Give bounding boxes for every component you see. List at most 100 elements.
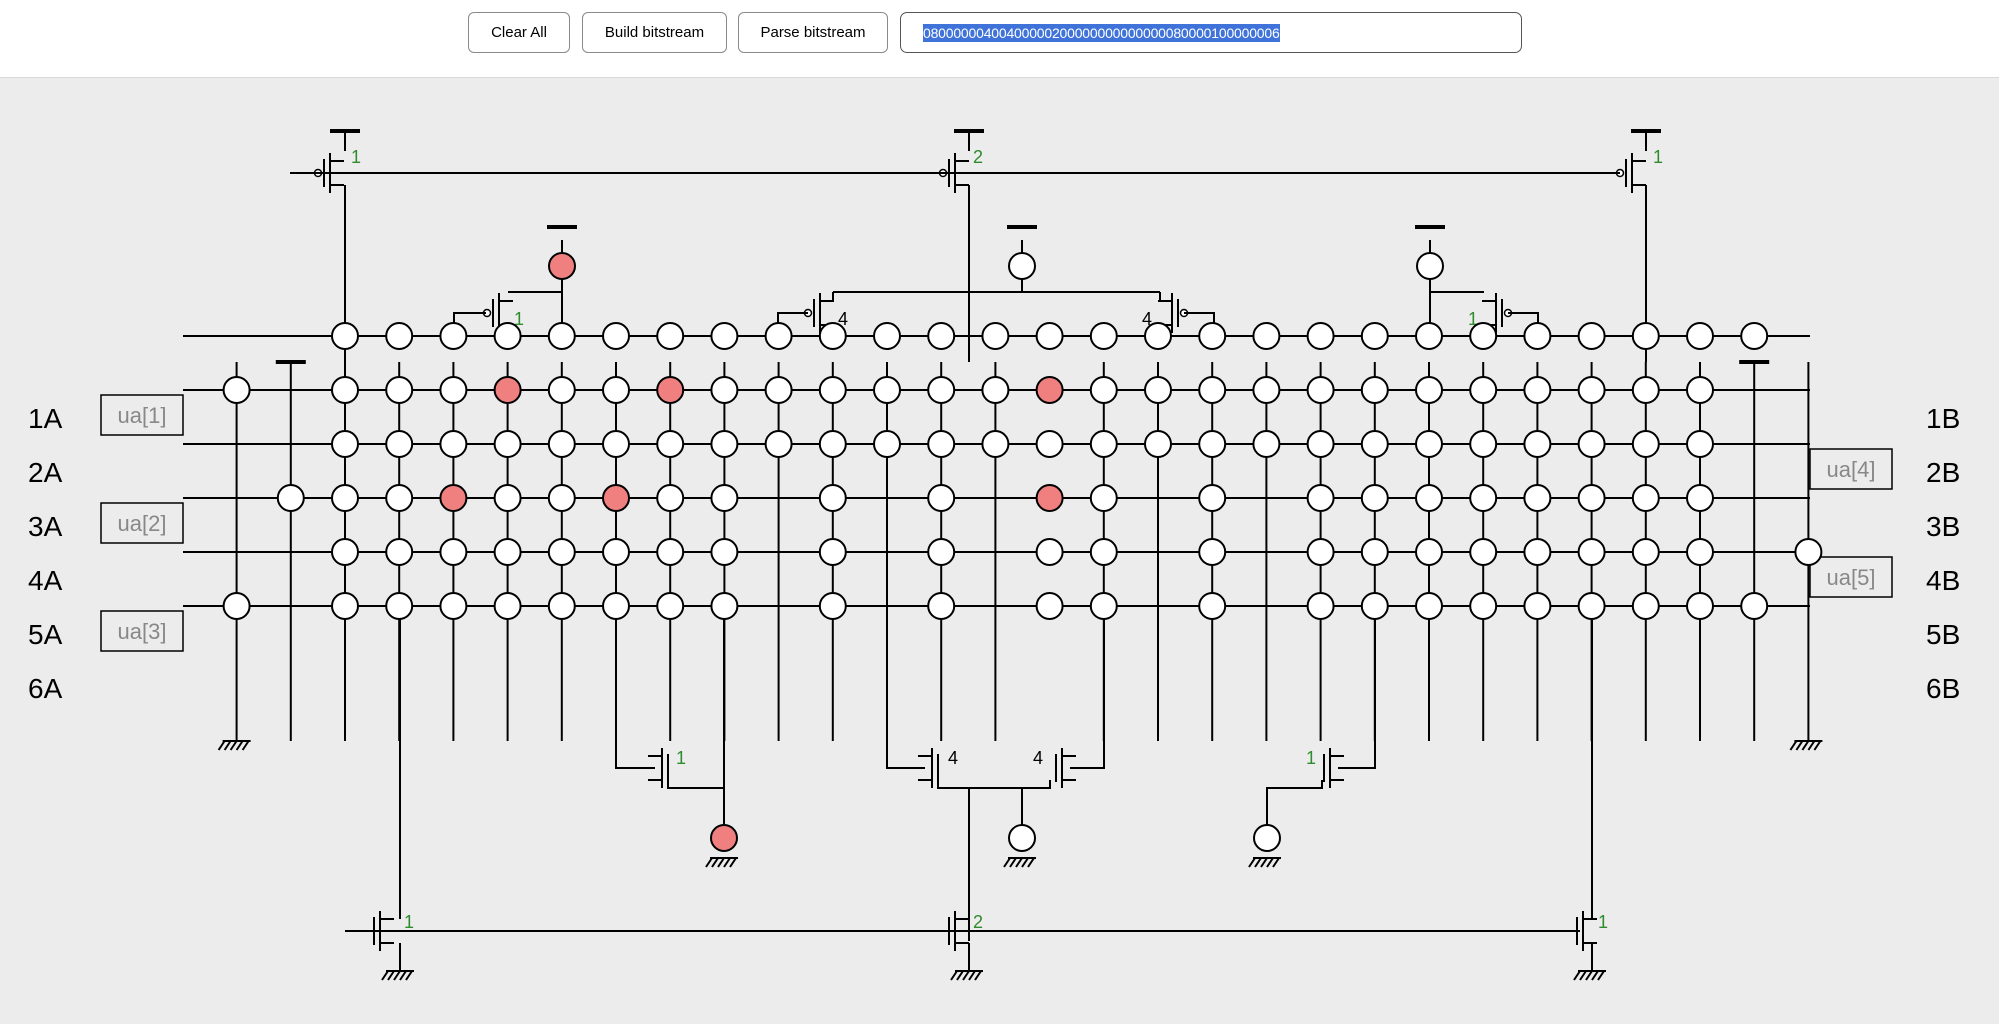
crossbar-switch[interactable]: [1252, 322, 1281, 350]
crossbar-switch[interactable]: [656, 376, 685, 404]
crossbar-switch[interactable]: [1089, 430, 1118, 458]
crossbar-switch[interactable]: [1360, 430, 1389, 458]
crossbar-switch[interactable]: [439, 376, 468, 404]
crossbar-switch[interactable]: [547, 592, 576, 620]
crossbar-switch[interactable]: [331, 538, 359, 566]
crossbar-switch[interactable]: [927, 376, 956, 404]
crossbar-switch[interactable]: [1415, 430, 1443, 458]
crossbar-switch[interactable]: [1631, 592, 1660, 620]
crossbar-switch[interactable]: [385, 538, 414, 566]
crossbar-switch[interactable]: [927, 322, 956, 350]
crossbar-switch[interactable]: [1198, 376, 1227, 404]
crossbar-switch[interactable]: [493, 592, 522, 620]
crossbar-switch[interactable]: [331, 484, 359, 512]
crossbar-switch[interactable]: [1523, 484, 1552, 512]
crossbar-switch[interactable]: [1686, 538, 1714, 566]
crossbar-switch[interactable]: [1469, 376, 1498, 404]
crossbar-switch[interactable]: [1198, 430, 1227, 458]
crossbar-switch[interactable]: [1740, 322, 1769, 350]
crossbar-switch[interactable]: [1198, 322, 1227, 350]
crossbar-switch[interactable]: [602, 592, 630, 620]
crossbar-switch[interactable]: [1686, 484, 1714, 512]
bottom-node-switch[interactable]: [710, 824, 738, 852]
crossbar-switch[interactable]: [385, 430, 414, 458]
crossbar-switch[interactable]: [656, 322, 685, 350]
crossbar-switch[interactable]: [873, 376, 901, 404]
crossbar-switch[interactable]: [1360, 538, 1389, 566]
crossbar-switch[interactable]: [818, 592, 847, 620]
crossbar-switch[interactable]: [439, 484, 468, 512]
crossbar-switch[interactable]: [1469, 430, 1498, 458]
crossbar-switch[interactable]: [1144, 322, 1172, 350]
crossbar-switch[interactable]: [547, 376, 576, 404]
crossbar-switch[interactable]: [493, 484, 522, 512]
crossbar-switch[interactable]: [1089, 322, 1118, 350]
crossbar-switch[interactable]: [331, 592, 359, 620]
bottom-node-switch[interactable]: [1253, 824, 1281, 852]
crossbar-switch[interactable]: [1577, 430, 1606, 458]
crossbar-switch[interactable]: [547, 430, 576, 458]
crossbar-switch[interactable]: [331, 376, 359, 404]
crossbar-switch[interactable]: [276, 484, 305, 512]
crossbar-switch[interactable]: [1469, 322, 1498, 350]
crossbar-switch[interactable]: [1577, 592, 1606, 620]
crossbar-switch[interactable]: [439, 430, 468, 458]
crossbar-switch[interactable]: [1523, 592, 1552, 620]
crossbar-switch[interactable]: [1252, 430, 1281, 458]
crossbar-switch[interactable]: [1415, 592, 1443, 620]
crossbar-switch[interactable]: [656, 538, 685, 566]
crossbar-switch[interactable]: [1198, 484, 1227, 512]
crossbar-switch[interactable]: [1415, 538, 1443, 566]
crossbar-switch[interactable]: [1089, 538, 1118, 566]
crossbar-switch[interactable]: [1089, 484, 1118, 512]
crossbar-switch[interactable]: [1469, 484, 1498, 512]
crossbar-switch[interactable]: [981, 430, 1010, 458]
build-bitstream-button[interactable]: Build bitstream: [582, 12, 727, 53]
crossbar-switch[interactable]: [1469, 592, 1498, 620]
crossbar-switch[interactable]: [222, 376, 251, 404]
crossbar-switch[interactable]: [385, 376, 414, 404]
crossbar-switch[interactable]: [1089, 376, 1118, 404]
center-node-switch[interactable]: [1035, 538, 1064, 566]
crossbar-switch[interactable]: [1306, 430, 1335, 458]
crossbar-switch[interactable]: [818, 376, 847, 404]
crossbar-switch[interactable]: [710, 376, 739, 404]
crossbar-switch[interactable]: [493, 376, 522, 404]
crossbar-switch[interactable]: [1631, 538, 1660, 566]
center-node-switch[interactable]: [1035, 592, 1064, 620]
crossbar-switch[interactable]: [1415, 484, 1443, 512]
crossbar-switch[interactable]: [1577, 376, 1606, 404]
crossbar-switch[interactable]: [818, 322, 847, 350]
center-node-switch[interactable]: [1035, 430, 1064, 458]
crossbar-switch[interactable]: [656, 484, 685, 512]
clear-all-button[interactable]: Clear All: [468, 12, 570, 53]
crossbar-switch[interactable]: [927, 430, 956, 458]
crossbar-switch[interactable]: [927, 538, 956, 566]
crossbar-switch[interactable]: [547, 484, 576, 512]
top-node-switch[interactable]: [548, 252, 576, 280]
center-node-switch[interactable]: [1035, 322, 1064, 350]
crossbar-switch[interactable]: [1469, 538, 1498, 566]
crossbar-switch[interactable]: [1144, 430, 1172, 458]
crossbar-switch[interactable]: [547, 322, 576, 350]
crossbar-switch[interactable]: [331, 430, 359, 458]
crossbar-switch[interactable]: [927, 592, 956, 620]
crossbar-switch[interactable]: [1144, 376, 1172, 404]
crossbar-switch[interactable]: [873, 322, 901, 350]
crossbar-switch[interactable]: [1523, 322, 1552, 350]
crossbar-switch[interactable]: [1686, 376, 1714, 404]
crossbar-switch[interactable]: [1306, 592, 1335, 620]
crossbar-switch[interactable]: [656, 430, 685, 458]
crossbar-switch[interactable]: [1577, 484, 1606, 512]
parse-bitstream-button[interactable]: Parse bitstream: [738, 12, 888, 53]
crossbar-switch[interactable]: [764, 376, 793, 404]
center-node-switch[interactable]: [1035, 484, 1064, 512]
crossbar-switch[interactable]: [493, 538, 522, 566]
crossbar-switch[interactable]: [1631, 430, 1660, 458]
center-node-switch[interactable]: [1035, 376, 1064, 404]
crossbar-switch[interactable]: [710, 538, 739, 566]
crossbar-switch[interactable]: [439, 592, 468, 620]
crossbar-switch[interactable]: [873, 430, 901, 458]
crossbar-switch[interactable]: [1415, 376, 1443, 404]
crossbar-switch[interactable]: [547, 538, 576, 566]
